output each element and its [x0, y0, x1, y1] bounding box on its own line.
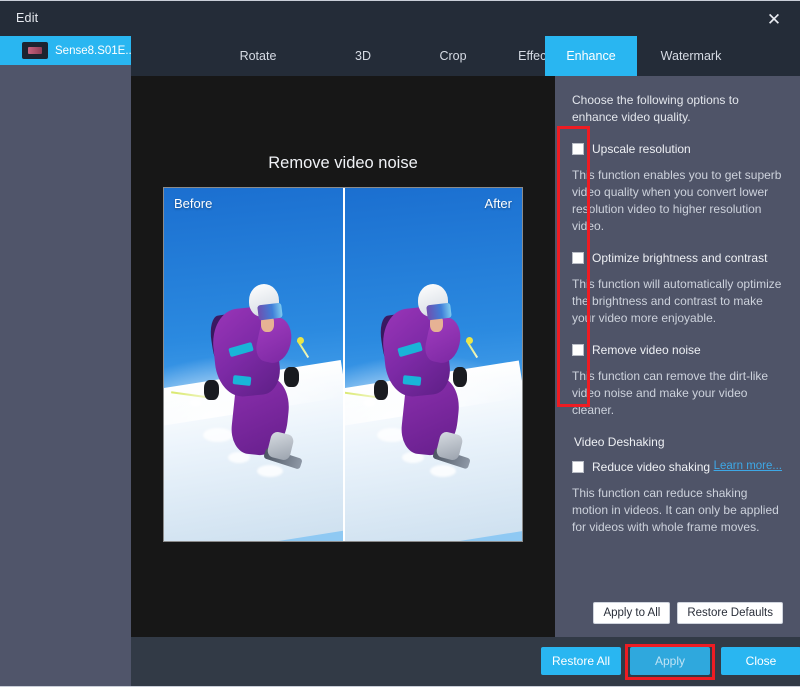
tab-rotate[interactable]: Rotate	[203, 36, 313, 76]
window-title: Edit	[16, 11, 39, 25]
option-description-upscale: This function enables you to get superb …	[572, 168, 782, 234]
checkbox-reduce-video-shaking[interactable]	[572, 461, 584, 474]
checkbox-upscale-resolution[interactable]	[572, 143, 584, 156]
option-upscale-resolution[interactable]: Upscale resolution	[572, 142, 783, 156]
file-list-item[interactable]: Sense8.S01E...	[0, 36, 131, 65]
learn-more-link[interactable]: Learn more...	[714, 460, 782, 472]
section-title-video-deshaking: Video Deshaking	[574, 435, 665, 450]
restore-defaults-button[interactable]: Restore Defaults	[677, 602, 783, 624]
option-description-noise: This function can remove the dirt-like v…	[572, 369, 769, 418]
option-description-brightness: This function will automatically optimiz…	[572, 277, 782, 326]
tab-watermark[interactable]: Watermark	[637, 36, 745, 76]
option-label: Reduce video shaking	[592, 460, 711, 475]
video-thumbnail-icon	[22, 42, 48, 59]
after-preview: After	[343, 188, 522, 541]
option-remove-video-noise[interactable]: Remove video noise	[572, 343, 783, 357]
skier-figure	[171, 280, 311, 499]
preview-stage: Remove video noise Before After	[131, 76, 555, 637]
skier-figure	[345, 280, 480, 499]
edit-tab-bar: Rotate 3D Crop Effect Enhance Watermark	[131, 36, 800, 76]
file-list-sidebar: Sense8.S01E...	[0, 36, 131, 651]
tab-enhance[interactable]: Enhance	[545, 36, 637, 76]
enhance-options-panel: Choose the following options to enhance …	[555, 76, 800, 637]
dialog-footer: Restore All Apply Close	[131, 637, 800, 686]
apply-button[interactable]: Apply	[630, 647, 710, 675]
edit-dialog: Edit ✕ Sense8.S01E... Rotate 3D Crop Eff…	[0, 0, 800, 687]
close-icon[interactable]: ✕	[748, 1, 800, 37]
checkbox-remove-video-noise[interactable]	[572, 344, 584, 357]
option-optimize-brightness-contrast[interactable]: Optimize brightness and contrast	[572, 251, 783, 265]
apply-to-all-button[interactable]: Apply to All	[593, 602, 671, 624]
option-label: Remove video noise	[592, 343, 701, 358]
file-name-label: Sense8.S01E...	[55, 44, 131, 57]
before-after-comparison: Before After	[163, 187, 523, 542]
checkbox-optimize-brightness-contrast[interactable]	[572, 252, 584, 265]
panel-action-buttons: Apply to All Restore Defaults	[593, 602, 783, 624]
option-description-deshake: This function can reduce shaking motion …	[572, 486, 779, 535]
sidebar-footer-spacer	[0, 651, 131, 687]
option-label: Upscale resolution	[592, 142, 691, 157]
tab-crop[interactable]: Crop	[413, 36, 493, 76]
restore-all-button[interactable]: Restore All	[541, 647, 621, 675]
option-label: Optimize brightness and contrast	[592, 251, 768, 266]
panel-intro-text: Choose the following options to enhance …	[572, 93, 739, 125]
preview-title: Remove video noise	[268, 154, 418, 172]
before-label: Before	[174, 196, 213, 211]
before-preview: Before	[164, 188, 343, 541]
close-button[interactable]: Close	[721, 647, 800, 675]
after-label: After	[484, 196, 512, 211]
tab-3d[interactable]: 3D	[313, 36, 413, 76]
title-bar: Edit ✕	[0, 0, 800, 37]
